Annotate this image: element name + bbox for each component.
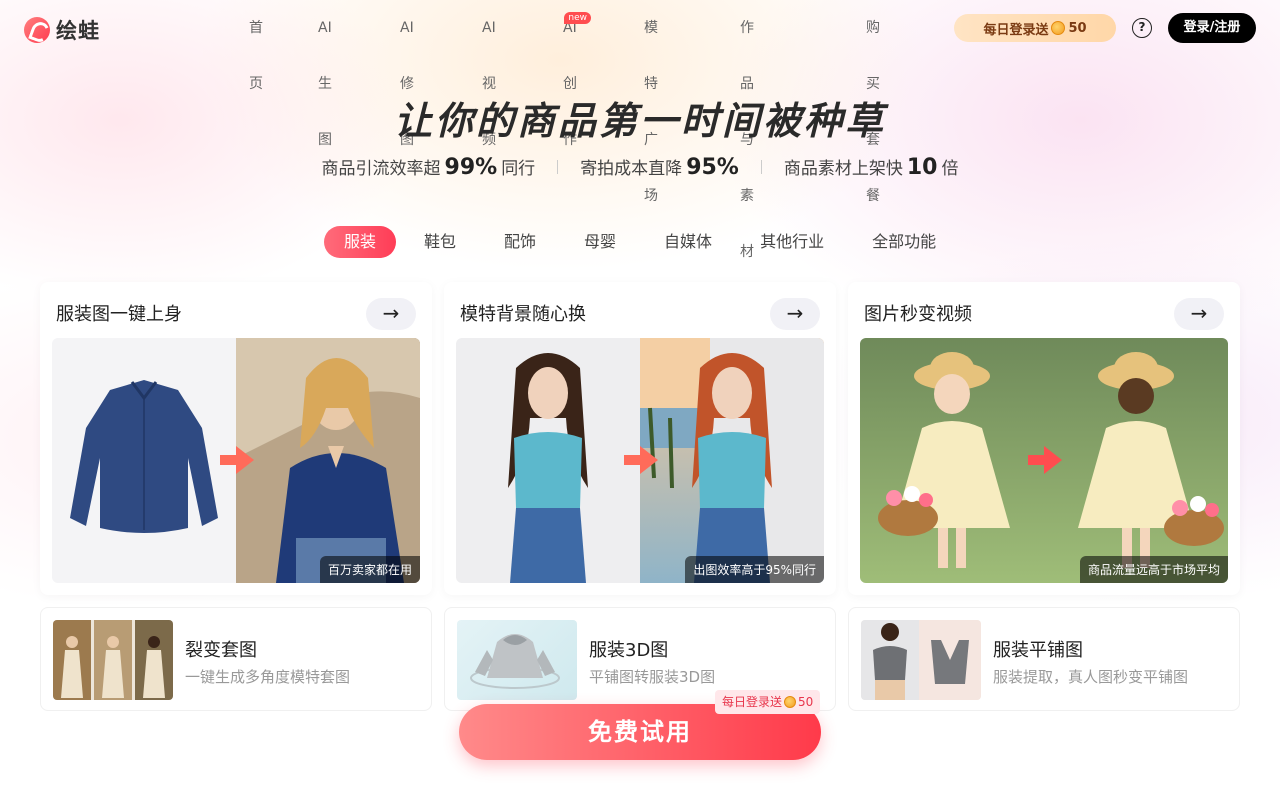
card-title: 服装图一键上身 bbox=[56, 304, 182, 325]
feature-card-background-swap[interactable]: 模特背景随心换 → 出图效率高于95%同行 bbox=[444, 282, 836, 595]
card-image: 出图效率高于95%同行 bbox=[456, 338, 824, 583]
arrow-right-icon bbox=[1028, 446, 1062, 474]
stat-suffix: 同行 bbox=[501, 159, 536, 179]
tab-apparel[interactable]: 服装 bbox=[324, 226, 396, 258]
arrow-right-icon bbox=[624, 446, 658, 474]
card-caption: 出图效率高于95%同行 bbox=[685, 556, 824, 583]
frog-logo-icon bbox=[24, 17, 50, 43]
stat-value: 95% bbox=[686, 155, 739, 180]
stat-listing-speed: 商品素材上架快 10 倍 bbox=[784, 154, 959, 180]
category-tabs: 服装 鞋包 配饰 母婴 自媒体 其他行业 全部功能 bbox=[324, 226, 936, 258]
top-header: 绘蛙 首页 AI生图 AI修图 AI视频 AI创作 new 模特广场 作品与素材… bbox=[0, 0, 1280, 260]
nav-item-home[interactable]: 首页 bbox=[249, 0, 263, 92]
nav-item-works-materials[interactable]: 作品与素材 bbox=[740, 0, 754, 260]
mini-card-flat-lay[interactable]: 服装平铺图 服装提取，真人图秒变平铺图 bbox=[848, 607, 1240, 711]
mini-card-split-set[interactable]: 裂变套图 一键生成多角度模特套图 bbox=[40, 607, 432, 711]
card-title: 模特背景随心换 bbox=[460, 304, 586, 325]
child-back-photo bbox=[1044, 338, 1228, 583]
brand-name: 绘蛙 bbox=[56, 19, 100, 43]
hero-stats: 商品引流效率超 99% 同行 寄拍成本直降 95% 商品素材上架快 10 倍 bbox=[0, 154, 1280, 180]
nav-item-model-square[interactable]: 模特广场 bbox=[644, 0, 658, 204]
tab-accessories[interactable]: 配饰 bbox=[504, 226, 536, 258]
page-root: 绘蛙 首页 AI生图 AI修图 AI视频 AI创作 new 模特广场 作品与素材… bbox=[0, 0, 1280, 800]
stat-label: 商品引流效率超 bbox=[321, 159, 441, 179]
arrow-right-icon[interactable]: → bbox=[770, 298, 820, 330]
tab-self-media[interactable]: 自媒体 bbox=[664, 226, 712, 258]
arrow-right-icon[interactable]: → bbox=[366, 298, 416, 330]
daily-login-bonus-button[interactable]: 每日登录送 50 bbox=[954, 14, 1116, 42]
stat-suffix: 倍 bbox=[941, 159, 959, 179]
brand-logo[interactable]: 绘蛙 bbox=[24, 15, 100, 45]
cta-badge-text: 每日登录送 bbox=[722, 695, 783, 709]
flat-lay-thumbnail bbox=[861, 620, 981, 700]
login-register-button[interactable]: 登录/注册 bbox=[1168, 13, 1256, 43]
mini-card-subtitle: 一键生成多角度模特套图 bbox=[185, 668, 351, 686]
tab-all-features[interactable]: 全部功能 bbox=[872, 226, 936, 258]
cta-badge-amount: 50 bbox=[798, 695, 814, 709]
nav-item-ai-video[interactable]: AI视频 bbox=[482, 0, 496, 148]
stat-value: 10 bbox=[906, 155, 938, 180]
login-bonus-amount: 50 bbox=[1068, 20, 1087, 36]
mini-card-title: 裂变套图 bbox=[185, 640, 257, 661]
nav-item-ai-retouch[interactable]: AI修图 bbox=[400, 0, 414, 148]
split-set-thumbnail bbox=[53, 620, 173, 700]
model-original-photo bbox=[456, 338, 640, 583]
stat-label: 商品素材上架快 bbox=[783, 159, 903, 179]
child-front-photo bbox=[860, 338, 1044, 583]
card-image: 百万卖家都在用 bbox=[52, 338, 420, 583]
stat-label: 寄拍成本直降 bbox=[580, 159, 683, 179]
card-caption: 商品流量远高于市场平均 bbox=[1079, 556, 1228, 583]
stat-value: 99% bbox=[444, 155, 498, 180]
3d-apparel-thumbnail bbox=[457, 620, 577, 700]
divider bbox=[760, 160, 762, 174]
stat-cost-reduction: 寄拍成本直降 95% bbox=[580, 154, 739, 180]
product-photo bbox=[52, 338, 236, 583]
card-title: 图片秒变视频 bbox=[864, 304, 972, 325]
arrow-right-icon bbox=[220, 446, 254, 474]
card-image: 商品流量远高于市场平均 bbox=[860, 338, 1228, 583]
new-badge: new bbox=[564, 12, 591, 24]
mini-card-title: 服装平铺图 bbox=[993, 640, 1083, 661]
mini-card-subtitle: 服装提取，真人图秒变平铺图 bbox=[993, 668, 1189, 686]
divider bbox=[557, 160, 559, 174]
tab-other-industries[interactable]: 其他行业 bbox=[760, 226, 824, 258]
nav-item-ai-create[interactable]: AI创作 new bbox=[563, 0, 591, 148]
login-bonus-text: 每日登录送 bbox=[983, 22, 1049, 38]
model-new-background-photo bbox=[640, 338, 824, 583]
model-photo bbox=[236, 338, 420, 583]
mini-card-title: 服装3D图 bbox=[589, 640, 669, 661]
tab-maternity[interactable]: 母婴 bbox=[584, 226, 616, 258]
question-circle-icon[interactable]: ? bbox=[1132, 18, 1152, 38]
feature-card-try-on[interactable]: 服装图一键上身 → 百万卖家都在用 bbox=[40, 282, 432, 595]
arrow-right-icon[interactable]: → bbox=[1174, 298, 1224, 330]
daily-login-badge: 每日登录送 50 bbox=[715, 690, 821, 714]
coin-icon bbox=[1051, 21, 1066, 35]
nav-item-ai-image[interactable]: AI生图 bbox=[318, 0, 332, 148]
tab-shoes-bags[interactable]: 鞋包 bbox=[424, 226, 456, 258]
hero-title: 让你的商品第一时间被种草 bbox=[393, 99, 886, 143]
nav-item-pricing[interactable]: 购买套餐 bbox=[866, 0, 880, 204]
stat-traffic-efficiency: 商品引流效率超 99% 同行 bbox=[322, 154, 536, 180]
coin-icon bbox=[784, 696, 797, 708]
feature-card-image-to-video[interactable]: 图片秒变视频 → 商品流量远高于市场平均 bbox=[848, 282, 1240, 595]
card-caption: 百万卖家都在用 bbox=[319, 556, 420, 583]
mini-card-subtitle: 平铺图转服装3D图 bbox=[589, 668, 716, 686]
